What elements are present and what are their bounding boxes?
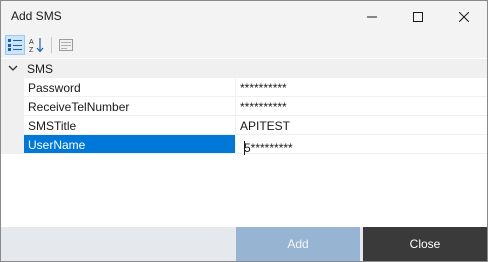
maximize-icon — [413, 11, 423, 22]
property-value-input[interactable]: 5********* — [236, 135, 487, 155]
minimize-button[interactable] — [349, 1, 395, 32]
property-grid: SMS Password ********** ReceiveTelNumber… — [1, 59, 487, 227]
property-name[interactable]: ReceiveTelNumber — [24, 97, 235, 116]
row-gutter — [1, 135, 24, 154]
maximize-button[interactable] — [395, 1, 441, 32]
property-row-password[interactable]: Password ********** — [1, 78, 487, 97]
dialog-footer: Add Close — [1, 227, 487, 261]
row-gutter — [1, 78, 24, 97]
property-row-username[interactable]: UserName 5********* — [1, 135, 487, 155]
category-row-sms[interactable]: SMS — [1, 59, 487, 78]
close-button[interactable]: Close — [363, 227, 487, 261]
chevron-down-icon[interactable] — [7, 62, 19, 77]
property-value-field[interactable]: ********** — [236, 97, 487, 116]
property-grid-toolbar: A Z — [1, 32, 487, 58]
categorized-icon — [8, 39, 22, 51]
property-name[interactable]: UserName — [24, 135, 235, 154]
text-caret — [244, 141, 245, 155]
property-pages-icon — [59, 39, 73, 51]
property-name[interactable]: Password — [24, 78, 235, 97]
sort-alphabetical-icon: A Z — [29, 38, 44, 53]
property-pages-button[interactable] — [56, 35, 76, 55]
add-sms-window: Add SMS A Z SMS Password ********** Rece… — [0, 0, 488, 262]
category-label: SMS — [27, 62, 54, 76]
minimize-icon — [367, 16, 377, 17]
property-value-field[interactable]: APITEST — [236, 116, 487, 135]
close-icon — [459, 11, 469, 22]
property-name[interactable]: SMSTitle — [24, 116, 235, 135]
row-gutter — [1, 97, 24, 116]
categorized-button[interactable] — [5, 35, 25, 55]
property-row-receivetelnumber[interactable]: ReceiveTelNumber ********** — [1, 97, 487, 116]
toolbar-separator — [51, 37, 52, 53]
property-value-field[interactable]: ********** — [236, 78, 487, 97]
row-gutter — [1, 116, 24, 135]
alphabetical-button[interactable]: A Z — [27, 35, 47, 55]
window-title: Add SMS — [11, 9, 62, 23]
add-button[interactable]: Add — [236, 227, 360, 261]
property-row-smstitle[interactable]: SMSTitle APITEST — [1, 116, 487, 135]
svg-text:Z: Z — [29, 47, 34, 53]
svg-text:A: A — [29, 39, 34, 46]
close-window-button[interactable] — [441, 1, 487, 32]
title-bar[interactable]: Add SMS — [1, 1, 487, 32]
